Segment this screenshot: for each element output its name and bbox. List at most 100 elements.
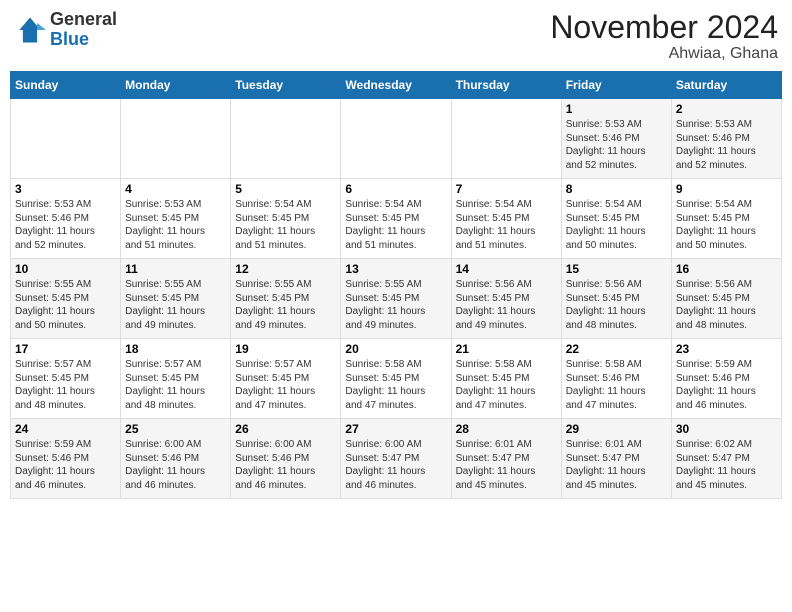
calendar-cell: 20 Sunrise: 5:58 AM Sunset: 5:45 PM Dayli… xyxy=(341,339,451,419)
day-number: 20 xyxy=(345,342,446,356)
day-number: 10 xyxy=(15,262,116,276)
day-number: 23 xyxy=(676,342,777,356)
calendar-cell: 2Sunrise: 5:53 AM Sunset: 5:46 PM Daylig… xyxy=(671,99,781,179)
day-number: 29 xyxy=(566,422,667,436)
calendar-cell: 30 Sunrise: 6:02 AM Sunset: 5:47 PM Dayli… xyxy=(671,419,781,499)
day-info: Sunrise: 5:59 AM Sunset: 5:46 PM Dayligh… xyxy=(15,438,116,492)
title-block: November 2024 Ahwiaa, Ghana xyxy=(550,10,778,63)
day-number: 24 xyxy=(15,422,116,436)
calendar-cell: 15 Sunrise: 5:56 AM Sunset: 5:45 PM Dayli… xyxy=(561,259,671,339)
day-info: Sunrise: 5:55 AM Sunset: 5:45 PM Dayligh… xyxy=(15,278,116,332)
day-number: 17 xyxy=(15,342,116,356)
calendar-cell: 8 Sunrise: 5:54 AM Sunset: 5:45 PM Daylig… xyxy=(561,179,671,259)
calendar-cell: 17 Sunrise: 5:57 AM Sunset: 5:45 PM Dayli… xyxy=(11,339,121,419)
calendar-table: SundayMondayTuesdayWednesdayThursdayFrid… xyxy=(10,71,782,499)
day-number: 28 xyxy=(456,422,557,436)
day-number: 26 xyxy=(235,422,336,436)
day-number: 14 xyxy=(456,262,557,276)
calendar-cell: 11 Sunrise: 5:55 AM Sunset: 5:45 PM Dayli… xyxy=(121,259,231,339)
day-number: 22 xyxy=(566,342,667,356)
day-info: Sunrise: 5:57 AM Sunset: 5:45 PM Dayligh… xyxy=(125,358,226,412)
calendar-row: 1Sunrise: 5:53 AM Sunset: 5:46 PM Daylig… xyxy=(11,99,782,179)
day-number: 25 xyxy=(125,422,226,436)
calendar-cell: 29 Sunrise: 6:01 AM Sunset: 5:47 PM Dayli… xyxy=(561,419,671,499)
day-number: 27 xyxy=(345,422,446,436)
day-info: Sunrise: 5:54 AM Sunset: 5:45 PM Dayligh… xyxy=(345,198,446,252)
calendar-row: 17 Sunrise: 5:57 AM Sunset: 5:45 PM Dayli… xyxy=(11,339,782,419)
day-number: 8 xyxy=(566,182,667,196)
calendar-cell: 14 Sunrise: 5:56 AM Sunset: 5:45 PM Dayli… xyxy=(451,259,561,339)
header-cell-sunday: Sunday xyxy=(11,72,121,99)
day-info: Sunrise: 6:00 AM Sunset: 5:46 PM Dayligh… xyxy=(125,438,226,492)
day-number: 5 xyxy=(235,182,336,196)
calendar-cell: 23 Sunrise: 5:59 AM Sunset: 5:46 PM Dayli… xyxy=(671,339,781,419)
day-info: Sunrise: 5:56 AM Sunset: 5:45 PM Dayligh… xyxy=(456,278,557,332)
day-number: 21 xyxy=(456,342,557,356)
calendar-cell: 6Sunrise: 5:54 AM Sunset: 5:45 PM Daylig… xyxy=(341,179,451,259)
day-number: 12 xyxy=(235,262,336,276)
day-number: 7 xyxy=(456,182,557,196)
header-cell-saturday: Saturday xyxy=(671,72,781,99)
day-info: Sunrise: 5:54 AM Sunset: 5:45 PM Dayligh… xyxy=(566,198,667,252)
calendar-cell: 18 Sunrise: 5:57 AM Sunset: 5:45 PM Dayli… xyxy=(121,339,231,419)
calendar-cell: 4Sunrise: 5:53 AM Sunset: 5:45 PM Daylig… xyxy=(121,179,231,259)
day-number: 3 xyxy=(15,182,116,196)
day-number: 16 xyxy=(676,262,777,276)
calendar-cell: 12Sunrise: 5:55 AM Sunset: 5:45 PM Dayli… xyxy=(231,259,341,339)
calendar-row: 24 Sunrise: 5:59 AM Sunset: 5:46 PM Dayli… xyxy=(11,419,782,499)
calendar-cell: 7Sunrise: 5:54 AM Sunset: 5:45 PM Daylig… xyxy=(451,179,561,259)
calendar-cell: 28 Sunrise: 6:01 AM Sunset: 5:47 PM Dayli… xyxy=(451,419,561,499)
calendar-cell: 27 Sunrise: 6:00 AM Sunset: 5:47 PM Dayli… xyxy=(341,419,451,499)
calendar-cell: 25 Sunrise: 6:00 AM Sunset: 5:46 PM Dayli… xyxy=(121,419,231,499)
day-number: 18 xyxy=(125,342,226,356)
day-number: 13 xyxy=(345,262,446,276)
day-info: Sunrise: 6:02 AM Sunset: 5:47 PM Dayligh… xyxy=(676,438,777,492)
day-info: Sunrise: 6:01 AM Sunset: 5:47 PM Dayligh… xyxy=(456,438,557,492)
calendar-row: 3 Sunrise: 5:53 AM Sunset: 5:46 PM Daylig… xyxy=(11,179,782,259)
day-number: 30 xyxy=(676,422,777,436)
calendar-cell xyxy=(121,99,231,179)
calendar-title: November 2024 xyxy=(550,10,778,45)
calendar-cell xyxy=(451,99,561,179)
calendar-cell: 19 Sunrise: 5:57 AM Sunset: 5:45 PM Dayli… xyxy=(231,339,341,419)
header-cell-tuesday: Tuesday xyxy=(231,72,341,99)
day-info: Sunrise: 5:55 AM Sunset: 5:45 PM Dayligh… xyxy=(125,278,226,332)
header-cell-friday: Friday xyxy=(561,72,671,99)
calendar-cell xyxy=(11,99,121,179)
header-row: SundayMondayTuesdayWednesdayThursdayFrid… xyxy=(11,72,782,99)
calendar-cell: 3 Sunrise: 5:53 AM Sunset: 5:46 PM Daylig… xyxy=(11,179,121,259)
logo-icon xyxy=(14,14,46,46)
logo-text: General Blue xyxy=(50,10,117,50)
day-info: Sunrise: 6:01 AM Sunset: 5:47 PM Dayligh… xyxy=(566,438,667,492)
calendar-subtitle: Ahwiaa, Ghana xyxy=(550,45,778,63)
calendar-cell: 22 Sunrise: 5:58 AM Sunset: 5:46 PM Dayli… xyxy=(561,339,671,419)
day-info: Sunrise: 5:58 AM Sunset: 5:45 PM Dayligh… xyxy=(456,358,557,412)
day-info: Sunrise: 5:53 AM Sunset: 5:46 PM Dayligh… xyxy=(15,198,116,252)
calendar-cell: 10 Sunrise: 5:55 AM Sunset: 5:45 PM Dayli… xyxy=(11,259,121,339)
logo: General Blue xyxy=(14,10,117,50)
day-info: Sunrise: 5:57 AM Sunset: 5:45 PM Dayligh… xyxy=(235,358,336,412)
calendar-cell: 9Sunrise: 5:54 AM Sunset: 5:45 PM Daylig… xyxy=(671,179,781,259)
day-info: Sunrise: 5:56 AM Sunset: 5:45 PM Dayligh… xyxy=(566,278,667,332)
day-info: Sunrise: 6:00 AM Sunset: 5:47 PM Dayligh… xyxy=(345,438,446,492)
logo-blue: Blue xyxy=(50,30,117,50)
day-info: Sunrise: 5:57 AM Sunset: 5:45 PM Dayligh… xyxy=(15,358,116,412)
calendar-cell xyxy=(231,99,341,179)
header-cell-wednesday: Wednesday xyxy=(341,72,451,99)
day-info: Sunrise: 6:00 AM Sunset: 5:46 PM Dayligh… xyxy=(235,438,336,492)
page-header: General Blue November 2024 Ahwiaa, Ghana xyxy=(10,10,782,63)
day-info: Sunrise: 5:58 AM Sunset: 5:45 PM Dayligh… xyxy=(345,358,446,412)
calendar-cell xyxy=(341,99,451,179)
day-number: 15 xyxy=(566,262,667,276)
calendar-row: 10 Sunrise: 5:55 AM Sunset: 5:45 PM Dayli… xyxy=(11,259,782,339)
day-info: Sunrise: 5:58 AM Sunset: 5:46 PM Dayligh… xyxy=(566,358,667,412)
calendar-cell: 1Sunrise: 5:53 AM Sunset: 5:46 PM Daylig… xyxy=(561,99,671,179)
day-info: Sunrise: 5:55 AM Sunset: 5:45 PM Dayligh… xyxy=(345,278,446,332)
day-info: Sunrise: 5:56 AM Sunset: 5:45 PM Dayligh… xyxy=(676,278,777,332)
day-number: 19 xyxy=(235,342,336,356)
day-number: 11 xyxy=(125,262,226,276)
day-info: Sunrise: 5:54 AM Sunset: 5:45 PM Dayligh… xyxy=(235,198,336,252)
calendar-cell: 26 Sunrise: 6:00 AM Sunset: 5:46 PM Dayli… xyxy=(231,419,341,499)
calendar-cell: 24 Sunrise: 5:59 AM Sunset: 5:46 PM Dayli… xyxy=(11,419,121,499)
day-info: Sunrise: 5:59 AM Sunset: 5:46 PM Dayligh… xyxy=(676,358,777,412)
